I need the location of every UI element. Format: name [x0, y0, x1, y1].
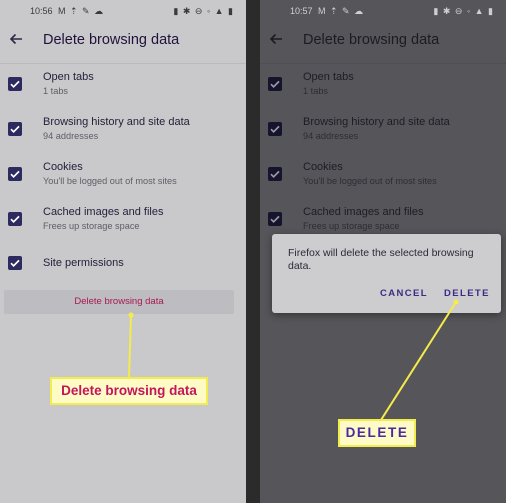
page-title: Delete browsing data	[43, 32, 180, 48]
checkbox-checked-icon[interactable]	[8, 167, 22, 181]
option-sublabel: Frees up storage space	[303, 221, 400, 231]
toolbar: Delete browsing data	[0, 20, 246, 64]
option-label: Cookies	[43, 161, 83, 173]
option-label: Browsing history and site data	[303, 116, 450, 128]
option-label: Open tabs	[43, 71, 94, 83]
system-status-icons: ▮ ✱ ⊖ ◦ ▲ ▮	[433, 6, 494, 16]
checkbox-checked-icon[interactable]	[268, 167, 282, 181]
checkbox-checked-icon[interactable]	[8, 256, 22, 270]
option-sublabel: 1 tabs	[303, 86, 329, 96]
toolbar: Delete browsing data	[260, 20, 506, 64]
option-sublabel: You'll be logged out of most sites	[43, 176, 177, 186]
back-arrow-icon[interactable]	[6, 31, 26, 51]
confirm-dialog: Firefox will delete the selected browsin…	[272, 234, 501, 313]
notification-icons: M ⇡ ✎ ☁	[58, 6, 105, 16]
system-status-icons: ▮ ✱ ⊖ ◦ ▲ ▮	[173, 6, 234, 16]
back-arrow-icon[interactable]	[266, 31, 286, 51]
option-label: Open tabs	[303, 71, 354, 83]
option-cached-images[interactable]: Cached images and files Frees up storage…	[0, 203, 246, 248]
notification-icons: M ⇡ ✎ ☁	[318, 6, 365, 16]
option-site-permissions[interactable]: Site permissions	[0, 248, 246, 293]
status-time: 10:57	[290, 6, 313, 16]
option-sublabel: 94 addresses	[43, 131, 99, 141]
option-label: Cached images and files	[43, 206, 164, 218]
status-bar: 10:56 M ⇡ ✎ ☁ ▮ ✱ ⊖ ◦ ▲ ▮	[0, 4, 246, 20]
option-label: Cookies	[303, 161, 343, 173]
delete-confirm-button[interactable]: DELETE	[444, 288, 490, 299]
option-sublabel: Frees up storage space	[43, 221, 140, 231]
checkbox-checked-icon[interactable]	[268, 122, 282, 136]
callout-delete: DELETE	[338, 419, 416, 447]
delete-browsing-data-button[interactable]: Delete browsing data	[4, 290, 234, 314]
option-open-tabs[interactable]: Open tabs 1 tabs	[0, 68, 246, 113]
option-sublabel: You'll be logged out of most sites	[303, 176, 437, 186]
option-sublabel: 1 tabs	[43, 86, 69, 96]
page-title: Delete browsing data	[303, 32, 440, 48]
screen-divider	[246, 0, 260, 503]
checkbox-checked-icon[interactable]	[8, 77, 22, 91]
checkbox-checked-icon[interactable]	[268, 77, 282, 91]
option-cookies[interactable]: Cookies You'll be logged out of most sit…	[260, 158, 506, 203]
cancel-button[interactable]: CANCEL	[380, 288, 428, 299]
option-open-tabs[interactable]: Open tabs 1 tabs	[260, 68, 506, 113]
dialog-message: Firefox will delete the selected browsin…	[288, 247, 474, 272]
callout-delete-browsing-data: Delete browsing data	[50, 377, 208, 405]
status-time: 10:56	[30, 6, 53, 16]
option-browsing-history[interactable]: Browsing history and site data 94 addres…	[260, 113, 506, 158]
option-cookies[interactable]: Cookies You'll be logged out of most sit…	[0, 158, 246, 203]
checkbox-checked-icon[interactable]	[268, 212, 282, 226]
option-browsing-history[interactable]: Browsing history and site data 94 addres…	[0, 113, 246, 158]
checkbox-checked-icon[interactable]	[8, 122, 22, 136]
option-label: Browsing history and site data	[43, 116, 190, 128]
option-label: Site permissions	[43, 257, 124, 269]
option-label: Cached images and files	[303, 206, 424, 218]
checkbox-checked-icon[interactable]	[8, 212, 22, 226]
option-sublabel: 94 addresses	[303, 131, 359, 141]
left-screen: 10:56 M ⇡ ✎ ☁ ▮ ✱ ⊖ ◦ ▲ ▮ Delete browsin…	[0, 0, 246, 503]
status-bar: 10:57 M ⇡ ✎ ☁ ▮ ✱ ⊖ ◦ ▲ ▮	[260, 4, 506, 20]
